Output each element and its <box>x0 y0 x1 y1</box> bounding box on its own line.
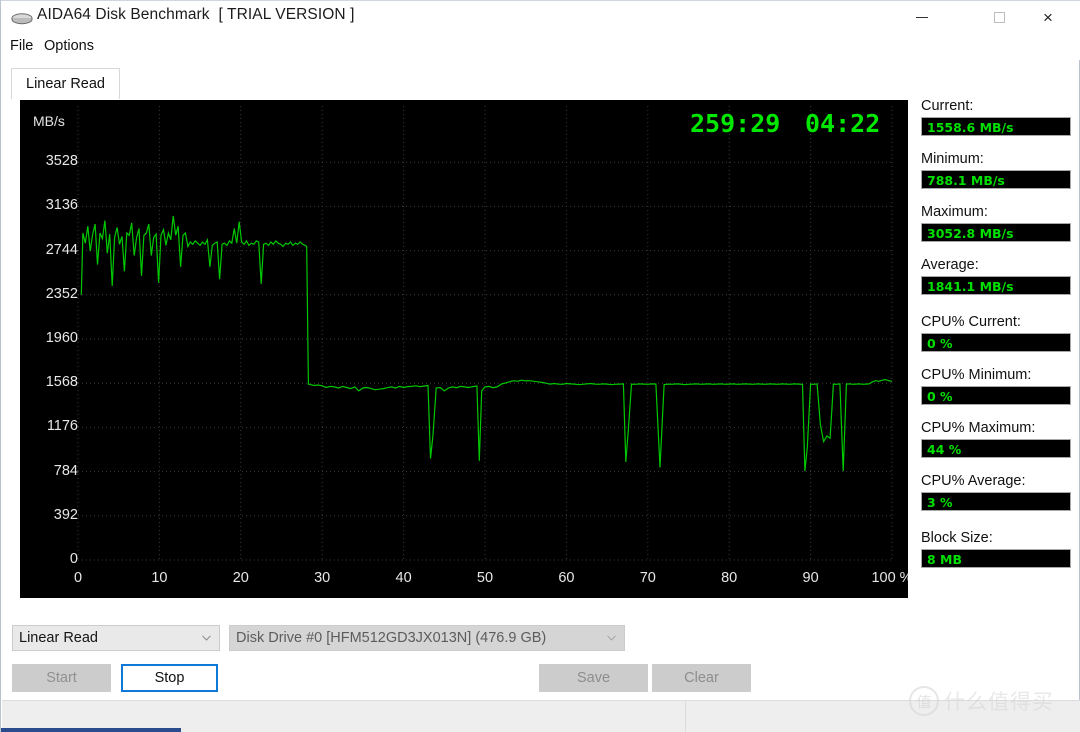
minimize-icon <box>916 16 928 18</box>
chart-plot-area <box>77 106 893 561</box>
title-bar: AIDA64 Disk Benchmark [ TRIAL VERSION ] … <box>1 0 1080 34</box>
stat-value: 0 % <box>921 333 1071 352</box>
remaining-timer: 04:22 <box>805 109 881 138</box>
taskbar-accent <box>1 728 181 732</box>
stat-label: Block Size: <box>921 530 993 546</box>
y-axis-tick-label: 2352 <box>45 285 78 302</box>
stat-value: 1841.1 MB/s <box>921 276 1071 295</box>
chevron-down-icon <box>607 635 616 641</box>
stat-value: 788.1 MB/s <box>921 170 1071 189</box>
clear-button[interactable]: Clear <box>652 664 751 692</box>
x-axis-tick-label: 40 <box>395 570 412 586</box>
stat-group: Maximum: 3052.8 MB/s <box>921 204 1073 242</box>
chart-gridlines <box>77 106 893 561</box>
disk-icon <box>11 13 33 25</box>
y-axis-tick-label: 784 <box>53 462 78 479</box>
benchmark-mode-select[interactable]: Linear Read <box>12 625 220 651</box>
watermark-badge: 值 <box>909 686 939 716</box>
save-button-label: Save <box>576 670 611 686</box>
x-axis-tick-label: 10 <box>151 570 168 586</box>
statistics-panel: Current: 1558.6 MB/s Minimum: 788.1 MB/s Max… <box>921 98 1073 583</box>
aida64-disk-benchmark-window: AIDA64 Disk Benchmark [ TRIAL VERSION ] … <box>0 0 1080 732</box>
save-button[interactable]: Save <box>539 664 648 692</box>
x-axis-tick-label: 80 <box>721 570 738 586</box>
start-button-label: Start <box>46 670 77 686</box>
stat-group: Block Size: 8 MB <box>921 530 1073 568</box>
stat-value: 44 % <box>921 439 1071 458</box>
tab-label: Linear Read <box>26 76 105 92</box>
status-bar-divider <box>685 701 686 732</box>
stat-group: Average: 1841.1 MB/s <box>921 257 1073 295</box>
x-axis-tick-label: 20 <box>232 570 249 586</box>
stat-label: CPU% Minimum: <box>921 367 1032 383</box>
stat-group: CPU% Current: 0 % <box>921 314 1073 352</box>
y-axis-tick-label: 3528 <box>45 153 78 170</box>
stat-label: CPU% Average: <box>921 473 1026 489</box>
x-axis-tick-label: 50 <box>476 570 494 586</box>
watermark: 值 什么值得买 <box>909 686 1054 716</box>
x-axis-tick-label: 60 <box>558 570 575 586</box>
drive-select-value: Disk Drive #0 [HFM512GD3JX013N] (476.9 G… <box>236 630 547 646</box>
stat-label: Average: <box>921 257 979 273</box>
menu-bar: File Options <box>1 33 1080 60</box>
tab-linear-read[interactable]: Linear Read <box>11 68 120 99</box>
clear-button-label: Clear <box>684 670 719 686</box>
stat-label: CPU% Current: <box>921 314 1021 330</box>
y-axis-tick-label: 1176 <box>46 418 78 435</box>
y-axis-tick-label: 1960 <box>45 330 78 346</box>
stat-label: Minimum: <box>921 151 984 167</box>
window-title: AIDA64 Disk Benchmark [ TRIAL VERSION ] <box>37 6 355 23</box>
maximize-icon <box>993 11 1005 23</box>
start-button[interactable]: Start <box>12 664 111 692</box>
x-axis-tick-label: 90 <box>802 570 819 586</box>
menu-item-options[interactable]: Options <box>40 36 98 56</box>
tab-strip-background <box>11 68 1071 100</box>
x-axis-tick-label: 70 <box>639 570 656 586</box>
stat-label: CPU% Maximum: <box>921 420 1036 436</box>
stat-group: CPU% Average: 3 % <box>921 473 1073 511</box>
drive-select[interactable]: Disk Drive #0 [HFM512GD3JX013N] (476.9 G… <box>229 625 625 651</box>
read-speed-trace <box>80 215 893 472</box>
stop-button[interactable]: Stop <box>121 664 218 692</box>
y-axis-tick-label: 0 <box>69 551 78 567</box>
stat-label: Current: <box>921 98 974 114</box>
stat-group: Current: 1558.6 MB/s <box>921 98 1073 136</box>
y-axis-tick-label: 1568 <box>45 374 78 391</box>
stat-value: 3052.8 MB/s <box>921 223 1071 242</box>
y-axis-tick-label: 2744 <box>45 241 78 258</box>
stop-button-label: Stop <box>154 670 185 686</box>
close-button[interactable]: × <box>1025 1 1071 33</box>
x-axis-tick-label: 100 % <box>871 570 908 586</box>
stat-label: Maximum: <box>921 204 988 220</box>
stat-group: CPU% Maximum: 44 % <box>921 420 1073 458</box>
benchmark-chart: MB/s 0 392 784 1176 1568 1960 2352 2744 3136 3528… <box>20 100 908 598</box>
y-axis-ticks: 0 392 784 1176 1568 1960 2352 2744 3136 3528 <box>20 100 78 598</box>
minimize-button[interactable] <box>899 1 945 33</box>
y-axis-tick-label: 3136 <box>45 197 78 214</box>
elapsed-timer: 259:29 <box>690 109 781 138</box>
stat-value: 3 % <box>921 492 1071 511</box>
x-axis-tick-label: 30 <box>314 570 331 586</box>
x-axis-tick-label: 0 <box>73 570 83 586</box>
stat-group: CPU% Minimum: 0 % <box>921 367 1073 405</box>
watermark-text: 什么值得买 <box>944 690 1054 714</box>
stat-value: 8 MB <box>921 549 1071 568</box>
tab-strip: Linear Read <box>11 68 1071 100</box>
stat-value: 0 % <box>921 386 1071 405</box>
maximize-button[interactable] <box>976 1 1022 33</box>
stat-group: Minimum: 788.1 MB/s <box>921 151 1073 189</box>
benchmark-mode-value: Linear Read <box>19 630 98 646</box>
close-icon: × <box>1043 7 1053 27</box>
chevron-down-icon <box>202 635 211 641</box>
y-axis-tick-label: 392 <box>53 506 78 523</box>
menu-item-file[interactable]: File <box>6 36 37 56</box>
stat-value: 1558.6 MB/s <box>921 117 1071 136</box>
